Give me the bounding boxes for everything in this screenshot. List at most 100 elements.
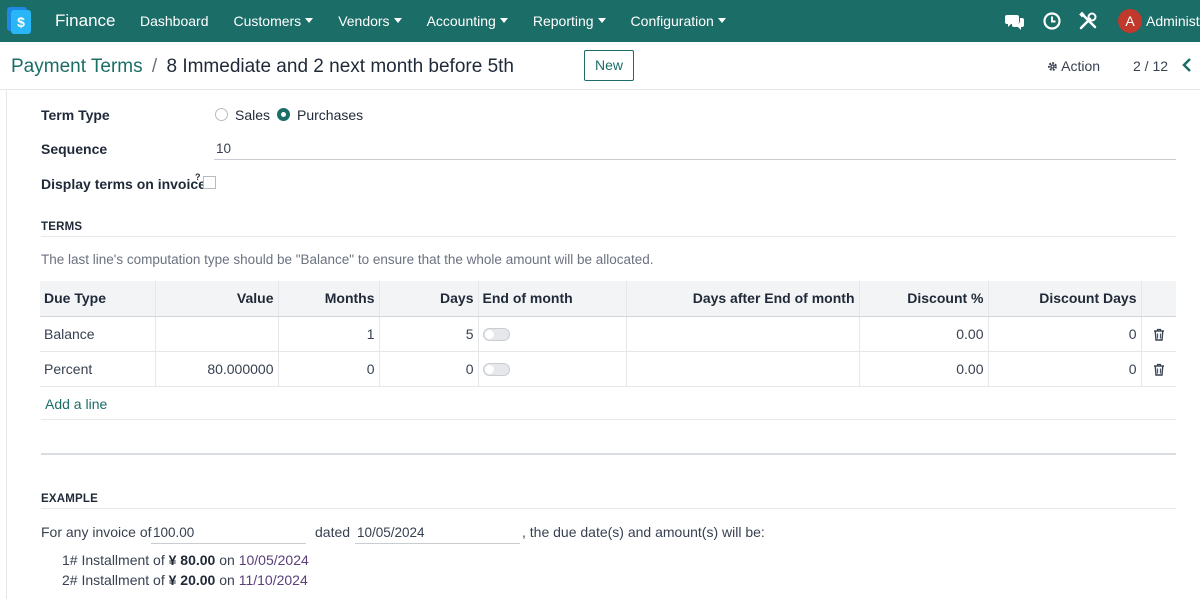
pager-value[interactable]: 2 / 12 <box>1133 58 1168 74</box>
installment-amount: ¥ 20.00 <box>168 572 216 588</box>
radio-sales[interactable] <box>215 108 228 121</box>
cell-days[interactable]: 5 <box>379 316 479 352</box>
display-terms-label: Display terms on invoice <box>41 176 206 192</box>
installment-amount: ¥ 80.00 <box>168 552 216 568</box>
clock-icon[interactable] <box>1042 11 1062 31</box>
svg-text:$: $ <box>17 14 25 30</box>
terms-divider <box>41 236 1176 237</box>
cell-due-type[interactable]: Balance <box>40 316 156 352</box>
example-suffix: , the due date(s) and amount(s) will be: <box>522 524 765 540</box>
trash-icon[interactable] <box>1153 363 1165 376</box>
installment-date: 10/05/2024 <box>238 552 309 568</box>
sequence-label: Sequence <box>41 141 108 157</box>
installment-index: 2# <box>62 572 78 588</box>
menu-vendors[interactable]: Vendors <box>338 13 402 29</box>
installment-on: on <box>219 572 235 588</box>
example-amount-input[interactable]: 100.00 <box>151 525 306 544</box>
col-end-of-month[interactable]: End of month <box>478 281 627 317</box>
col-months[interactable]: Months <box>278 281 380 317</box>
menu-dashboard[interactable]: Dashboard <box>140 13 209 29</box>
cell-days[interactable]: 0 <box>379 351 479 387</box>
cell-discount-days[interactable]: 0 <box>988 351 1142 387</box>
menu-reporting-label: Reporting <box>532 13 594 29</box>
cell-value[interactable] <box>155 316 279 352</box>
main-menu: Dashboard Customers Vendors Accounting R… <box>140 13 751 29</box>
sequence-input[interactable]: 10 <box>214 141 1176 160</box>
end-of-month-toggle[interactable] <box>482 363 510 377</box>
user-name[interactable]: Administrator <box>1146 13 1200 29</box>
cell-months[interactable]: 1 <box>278 316 380 352</box>
app-name[interactable]: Finance <box>55 11 115 31</box>
installment-line: 2# Installment of ¥ 20.00 on 11/10/2024 <box>62 572 308 588</box>
cell-due-type[interactable]: Percent <box>40 351 156 387</box>
tools-icon[interactable] <box>1078 11 1098 31</box>
installment-label: Installment of <box>81 552 165 568</box>
new-button[interactable]: New <box>584 50 634 81</box>
example-date-input[interactable]: 10/05/2024 <box>355 525 520 544</box>
cell-discount-days[interactable]: 0 <box>988 316 1142 352</box>
breadcrumb-current: 8 Immediate and 2 next month before 5th <box>166 56 514 77</box>
col-value[interactable]: Value <box>155 281 279 317</box>
cell-days-after-eom[interactable] <box>626 316 860 352</box>
col-discount-pct[interactable]: Discount % <box>859 281 989 317</box>
terms-table: Due Type Value Months Days End of month … <box>40 281 1176 387</box>
table-row[interactable]: Balance 1 5 0.00 0 <box>40 316 1176 352</box>
caret-down-icon <box>597 18 606 24</box>
section-divider <box>41 453 1176 455</box>
menu-customers[interactable]: Customers <box>234 13 314 29</box>
col-actions <box>1141 281 1176 317</box>
cell-end-of-month[interactable] <box>478 316 627 352</box>
menu-vendors-label: Vendors <box>338 13 390 29</box>
menu-customers-label: Customers <box>233 13 302 29</box>
chevron-left-icon[interactable] <box>1181 56 1193 74</box>
breadcrumb-parent-link[interactable]: Payment Terms <box>11 56 143 77</box>
caret-down-icon <box>717 18 726 24</box>
col-discount-days[interactable]: Discount Days <box>988 281 1142 317</box>
cell-value[interactable]: 80.000000 <box>155 351 279 387</box>
installment-on: on <box>219 552 235 568</box>
top-navbar: $ Finance Dashboard Customers Vendors Ac… <box>0 0 1200 42</box>
table-row[interactable]: Percent 80.000000 0 0 0.00 0 <box>40 351 1176 387</box>
terms-note: The last line's computation type should … <box>41 252 654 267</box>
menu-accounting-label: Accounting <box>426 13 496 29</box>
control-panel: Payment Terms / 8 Immediate and 2 next m… <box>0 42 1200 90</box>
user-avatar[interactable]: A <box>1118 9 1142 33</box>
action-menu-button[interactable]: Action <box>1047 58 1100 74</box>
example-prefix: For any invoice of <box>41 524 152 540</box>
col-days[interactable]: Days <box>379 281 479 317</box>
cell-days-after-eom[interactable] <box>626 351 860 387</box>
installment-date: 11/10/2024 <box>238 572 308 588</box>
cell-discount-pct[interactable]: 0.00 <box>859 351 989 387</box>
radio-purchases[interactable] <box>277 108 290 121</box>
help-marker[interactable]: ? <box>195 172 201 182</box>
cell-discount-pct[interactable]: 0.00 <box>859 316 989 352</box>
cell-months[interactable]: 0 <box>278 351 380 387</box>
table-bottom-divider <box>41 419 1176 420</box>
table-header-row: Due Type Value Months Days End of month … <box>40 281 1176 317</box>
installment-label: Installment of <box>81 572 165 588</box>
col-days-after-eom[interactable]: Days after End of month <box>626 281 860 317</box>
action-label: Action <box>1061 58 1101 74</box>
menu-accounting[interactable]: Accounting <box>427 13 508 29</box>
add-line-link[interactable]: Add a line <box>45 396 107 412</box>
radio-sales-label[interactable]: Sales <box>235 107 270 123</box>
finance-app-icon[interactable]: $ <box>7 7 31 34</box>
display-terms-checkbox[interactable] <box>203 176 216 189</box>
menu-configuration[interactable]: Configuration <box>631 13 726 29</box>
gear-icon <box>1048 62 1057 71</box>
trash-icon[interactable] <box>1153 328 1165 341</box>
radio-purchases-label[interactable]: Purchases <box>297 107 363 123</box>
menu-reporting[interactable]: Reporting <box>533 13 606 29</box>
caret-down-icon <box>499 18 508 24</box>
breadcrumb-separator: / <box>151 56 158 77</box>
cell-end-of-month[interactable] <box>478 351 627 387</box>
end-of-month-toggle[interactable] <box>482 328 510 342</box>
installment-line: 1# Installment of ¥ 80.00 on 10/05/2024 <box>62 552 309 568</box>
caret-down-icon <box>305 18 314 24</box>
col-due-type[interactable]: Due Type <box>40 281 156 317</box>
caret-down-icon <box>393 18 402 24</box>
menu-configuration-label: Configuration <box>630 13 714 29</box>
chat-icon[interactable] <box>1005 11 1025 31</box>
term-type-label: Term Type <box>41 107 110 123</box>
cell-delete <box>1141 316 1176 352</box>
